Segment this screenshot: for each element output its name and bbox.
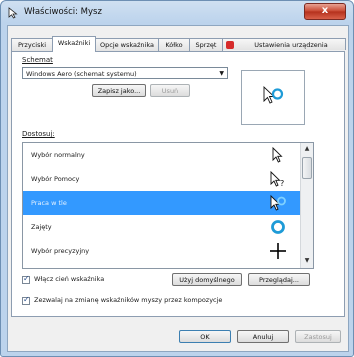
scroll-up-icon[interactable]: ▲ xyxy=(302,144,312,154)
customize-label: Dostosuj: xyxy=(22,130,55,138)
list-item-label: Wybór precyzyjny xyxy=(31,247,90,255)
tab-hardware[interactable]: Sprzęt xyxy=(189,38,223,51)
help-cursor-icon: ? xyxy=(270,170,284,188)
tab-device-settings[interactable]: Ustawienia urządzenia xyxy=(222,38,346,50)
crosshair-cursor-icon xyxy=(270,243,286,259)
tab-device-settings-label: Ustawienia urządzenia xyxy=(254,41,328,49)
scheme-dropdown[interactable]: Windows Aero (schemat systemu) ▼ xyxy=(22,67,228,79)
list-item-label: Praca w tle xyxy=(31,199,67,207)
tab-wheel[interactable]: Kółko xyxy=(158,38,190,51)
tab-pointers[interactable]: Wskaźniki xyxy=(52,36,96,52)
allow-themes-label: Zezwalaj na zmianę wskaźników myszy prze… xyxy=(34,296,223,304)
tab-pointer-options[interactable]: Opcje wskaźnika xyxy=(95,38,159,51)
device-settings-icon xyxy=(226,41,234,49)
list-item[interactable]: Wybór precyzyjny xyxy=(23,239,300,263)
list-item-label: Wybór Pomocy xyxy=(31,175,80,183)
title-bar[interactable]: Właściwości: Mysz x xyxy=(1,1,353,25)
list-item[interactable]: Wybór Pomocy ? xyxy=(23,167,300,191)
save-as-button[interactable]: Zapisz jako... xyxy=(92,84,146,97)
cancel-button[interactable]: Anuluj xyxy=(237,330,289,343)
enable-pointer-shadow-label: Włącz cień wskaźnika xyxy=(34,275,105,283)
arrow-cursor-icon xyxy=(272,146,283,163)
tab-buttons[interactable]: Przyciski xyxy=(11,38,53,51)
checkbox-checked-icon xyxy=(22,274,30,284)
scroll-down-icon[interactable]: ▼ xyxy=(302,256,312,266)
busy-cursor-icon xyxy=(271,220,285,234)
dialog-body: Przyciski Wskaźniki Opcje wskaźnika Kółk… xyxy=(7,25,349,352)
scheme-label: Schemat xyxy=(22,56,53,64)
pointers-tab-panel: Schemat Windows Aero (schemat systemu) ▼… xyxy=(11,51,345,317)
chevron-down-icon: ▼ xyxy=(219,70,224,77)
cursor-preview xyxy=(241,70,305,125)
cursor-list[interactable]: Wybór normalny Wybór Pomocy ? Praca w tl… xyxy=(22,142,314,269)
svg-text:?: ? xyxy=(280,179,284,188)
mouse-cursor-app-icon xyxy=(8,7,18,19)
checkbox-checked-icon xyxy=(22,295,30,305)
scrollbar-thumb[interactable] xyxy=(302,157,312,179)
list-scrollbar[interactable]: ▲ ▼ xyxy=(300,143,313,268)
mouse-properties-window: Właściwości: Mysz x Przyciski Wskaźniki … xyxy=(0,0,354,357)
ok-button[interactable]: OK xyxy=(179,330,231,343)
window-title: Właściwości: Mysz xyxy=(24,7,102,17)
close-button[interactable]: x xyxy=(304,3,346,20)
scheme-selected-value: Windows Aero (schemat systemu) xyxy=(26,70,137,78)
apply-button[interactable]: Zastosuj xyxy=(295,330,341,343)
list-item[interactable]: Wybór normalny xyxy=(23,143,300,167)
delete-scheme-button[interactable]: Usuń xyxy=(150,84,190,97)
browse-button[interactable]: Przeglądaj... xyxy=(248,273,310,286)
working-in-background-cursor-icon xyxy=(270,194,286,211)
working-in-background-preview-icon xyxy=(263,85,284,104)
list-item-label: Zajęty xyxy=(31,223,52,231)
list-item[interactable]: Zajęty xyxy=(23,215,300,239)
use-default-button[interactable]: Użyj domyślnego xyxy=(172,273,242,286)
list-item-label: Wybór normalny xyxy=(31,151,85,159)
list-item-selected[interactable]: Praca w tle xyxy=(23,191,300,215)
